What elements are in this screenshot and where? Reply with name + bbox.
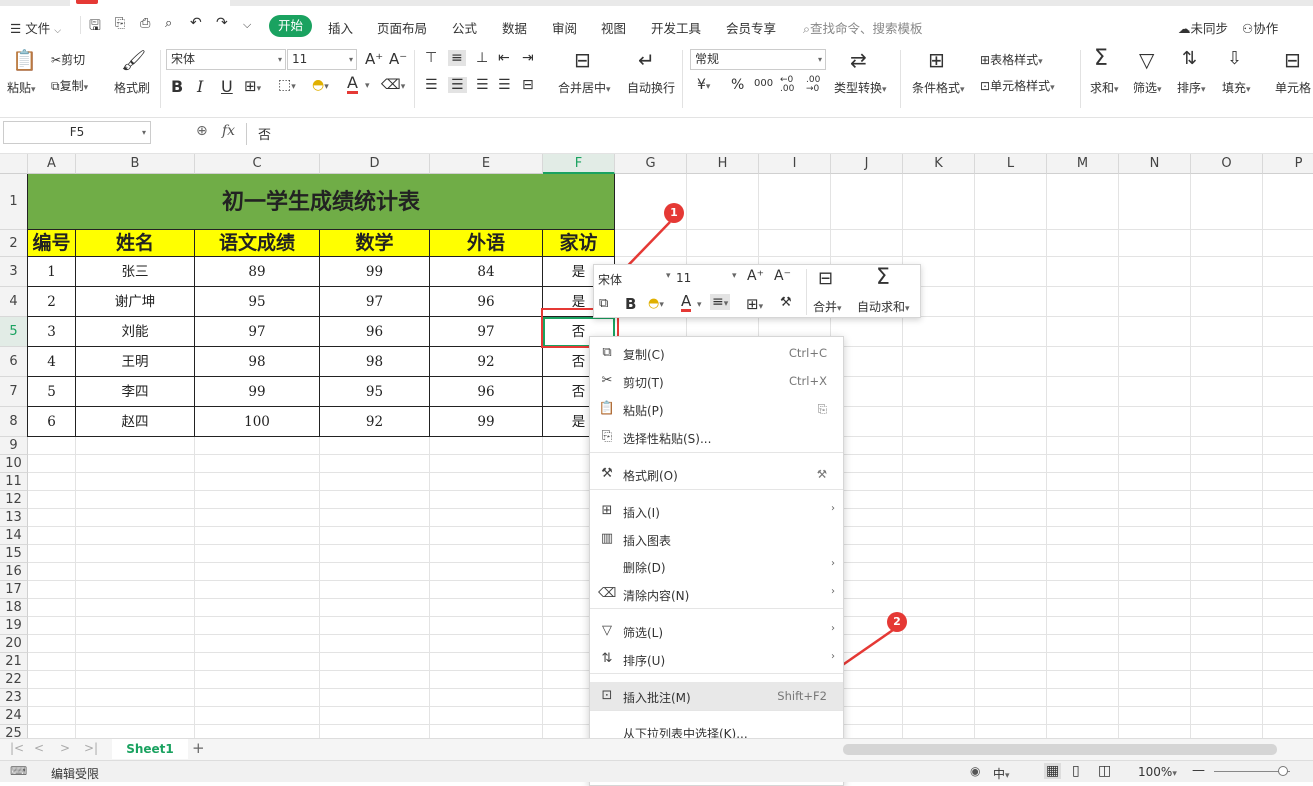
merge-icon[interactable]: ⊟: [818, 268, 833, 289]
annotation-badge-1: 1: [664, 203, 684, 223]
menu-separator: [590, 452, 843, 453]
context-menu-label: 排序(U): [623, 654, 666, 668]
align-center-icon[interactable]: ≡▾: [710, 294, 731, 310]
mini-font-select[interactable]: 宋体 ▾: [598, 271, 672, 289]
context-menu-item[interactable]: 📋 粘贴(P) ⎘: [590, 395, 843, 423]
context-menu-item[interactable]: ▥ 插入图表: [590, 525, 843, 553]
chart-icon: ▥: [600, 531, 614, 546]
font-color-icon[interactable]: A: [681, 294, 692, 312]
context-menu-label: 删除(D): [623, 561, 666, 575]
copy-format-icon[interactable]: ⧉: [599, 296, 608, 311]
macro-icon[interactable]: ⌨: [10, 764, 27, 778]
first-sheet-icon[interactable]: |<: [10, 741, 24, 755]
add-sheet-icon[interactable]: +: [192, 739, 205, 757]
last-sheet-icon[interactable]: >|: [84, 741, 98, 755]
zoom-out-icon[interactable]: —: [1192, 763, 1205, 778]
sheet-tab-sheet1[interactable]: Sheet1: [112, 739, 188, 759]
menu-separator: [590, 608, 843, 609]
submenu-arrow-icon: ›: [831, 623, 835, 634]
context-menu-item[interactable]: ⊞ 插入(I) ›: [590, 497, 843, 525]
context-menu-label: 插入批注(M): [623, 691, 691, 705]
shortcut-hint: Ctrl+X: [789, 374, 827, 388]
submenu-arrow-icon: ›: [831, 651, 835, 662]
context-menu-item[interactable]: ⚒ 格式刷(O) ⚒: [590, 460, 843, 488]
border-icon[interactable]: ⊞▾: [746, 295, 763, 313]
sum-icon[interactable]: Σ: [876, 265, 890, 290]
format-painter-icon[interactable]: ⚒: [817, 467, 827, 481]
context-menu-label: 清除内容(N): [623, 589, 690, 603]
context-menu-label: 剪切(T): [623, 376, 664, 390]
context-menu-item[interactable]: ✂ 剪切(T) Ctrl+X: [590, 367, 843, 395]
context-menu-label: 筛选(L): [623, 626, 664, 640]
submenu-arrow-icon: ›: [831, 503, 835, 514]
context-menu-item[interactable]: 删除(D) ›: [590, 552, 843, 580]
context-menu-label: 选择性粘贴(S)...: [623, 432, 712, 446]
font-shrink-icon[interactable]: A⁻: [774, 268, 791, 284]
zoom-slider-thumb[interactable]: [1278, 766, 1288, 776]
context-menu-label: 插入图表: [623, 534, 672, 548]
context-menu-label: 格式刷(O): [623, 469, 678, 483]
context-menu-item[interactable]: ⇅ 排序(U) ›: [590, 645, 843, 673]
highlight-icon[interactable]: ◓▾: [648, 296, 664, 311]
next-sheet-icon[interactable]: >: [60, 741, 70, 755]
page-layout-view-icon[interactable]: ▯: [1072, 763, 1080, 779]
mini-merge-button[interactable]: 合并▾: [813, 298, 842, 315]
menu-separator: [590, 673, 843, 674]
sheet-bar: |< < > >| Sheet1 +: [0, 738, 1313, 760]
shortcut-hint: Ctrl+C: [788, 346, 827, 360]
submenu-arrow-icon: ›: [831, 558, 835, 569]
prev-sheet-icon[interactable]: <: [34, 741, 44, 755]
paste-special-icon: ⎘: [601, 429, 613, 444]
sort-icon: ⇅: [601, 651, 613, 666]
annotation-badge-2: 2: [887, 612, 907, 632]
brush-icon: ⚒: [601, 466, 613, 481]
filter-icon: ▽: [602, 623, 612, 638]
status-bar: ⌨ 编辑受限 ◉ 中▾ ▦ ▯ ◫ 100%▾ —: [0, 760, 1313, 782]
page-break-view-icon[interactable]: ◫: [1098, 763, 1111, 779]
context-menu-item[interactable]: ⎘ 选择性粘贴(S)...: [590, 423, 843, 451]
horizontal-scrollbar[interactable]: [843, 744, 1277, 755]
copy-icon: ⧉: [602, 345, 612, 360]
normal-view-icon[interactable]: ▦: [1044, 763, 1062, 779]
comment-add-icon: ⊡: [601, 688, 613, 703]
scissors-icon: ✂: [601, 373, 613, 388]
submenu-arrow-icon: ›: [831, 586, 835, 597]
context-menu-label: 插入(I): [623, 506, 660, 520]
menu-separator: [590, 489, 843, 490]
context-menu-item[interactable]: ▽ 筛选(L) ›: [590, 617, 843, 645]
context-menu-label: 复制(C): [623, 348, 665, 362]
mini-size-select[interactable]: 11 ▾: [676, 271, 738, 289]
brush-icon[interactable]: ⚒: [780, 295, 792, 310]
zoom-level[interactable]: 100%▾: [1138, 765, 1177, 779]
paste-icon: 📋: [598, 401, 616, 416]
bold-icon[interactable]: B: [625, 295, 636, 313]
font-grow-icon[interactable]: A⁺: [747, 268, 764, 284]
eraser-icon: ⌫: [598, 586, 617, 601]
shortcut-hint: Shift+F2: [777, 689, 827, 703]
paste-options-icon[interactable]: ⎘: [818, 402, 827, 417]
eye-protect-icon[interactable]: ◉: [970, 764, 980, 778]
context-menu-label: 粘贴(P): [623, 404, 664, 418]
insert-icon: ⊞: [601, 503, 613, 518]
context-menu-item[interactable]: ⧉ 复制(C) Ctrl+C: [590, 339, 843, 367]
context-menu: ⧉ 复制(C) Ctrl+C ✂ 剪切(T) Ctrl+X 📋 粘贴(P) ⎘ ⎘ 选择性粘贴(S)…: [589, 336, 844, 786]
context-menu-item[interactable]: ⊡ 插入批注(M) Shift+F2: [590, 682, 843, 710]
mini-autosum-button[interactable]: 自动求和▾: [857, 298, 910, 315]
edit-mode-status: 编辑受限: [51, 767, 100, 781]
mini-toolbar: 宋体 ▾ 11 ▾ A⁺ A⁻ ⊟ 合并▾ Σ 自动求和▾ ⧉ B ◓▾ A ▾ ≡…: [593, 264, 921, 318]
context-menu-item[interactable]: ⌫ 清除内容(N) ›: [590, 580, 843, 608]
ime-indicator[interactable]: 中▾: [993, 765, 1010, 782]
menu-separator: [590, 710, 843, 711]
